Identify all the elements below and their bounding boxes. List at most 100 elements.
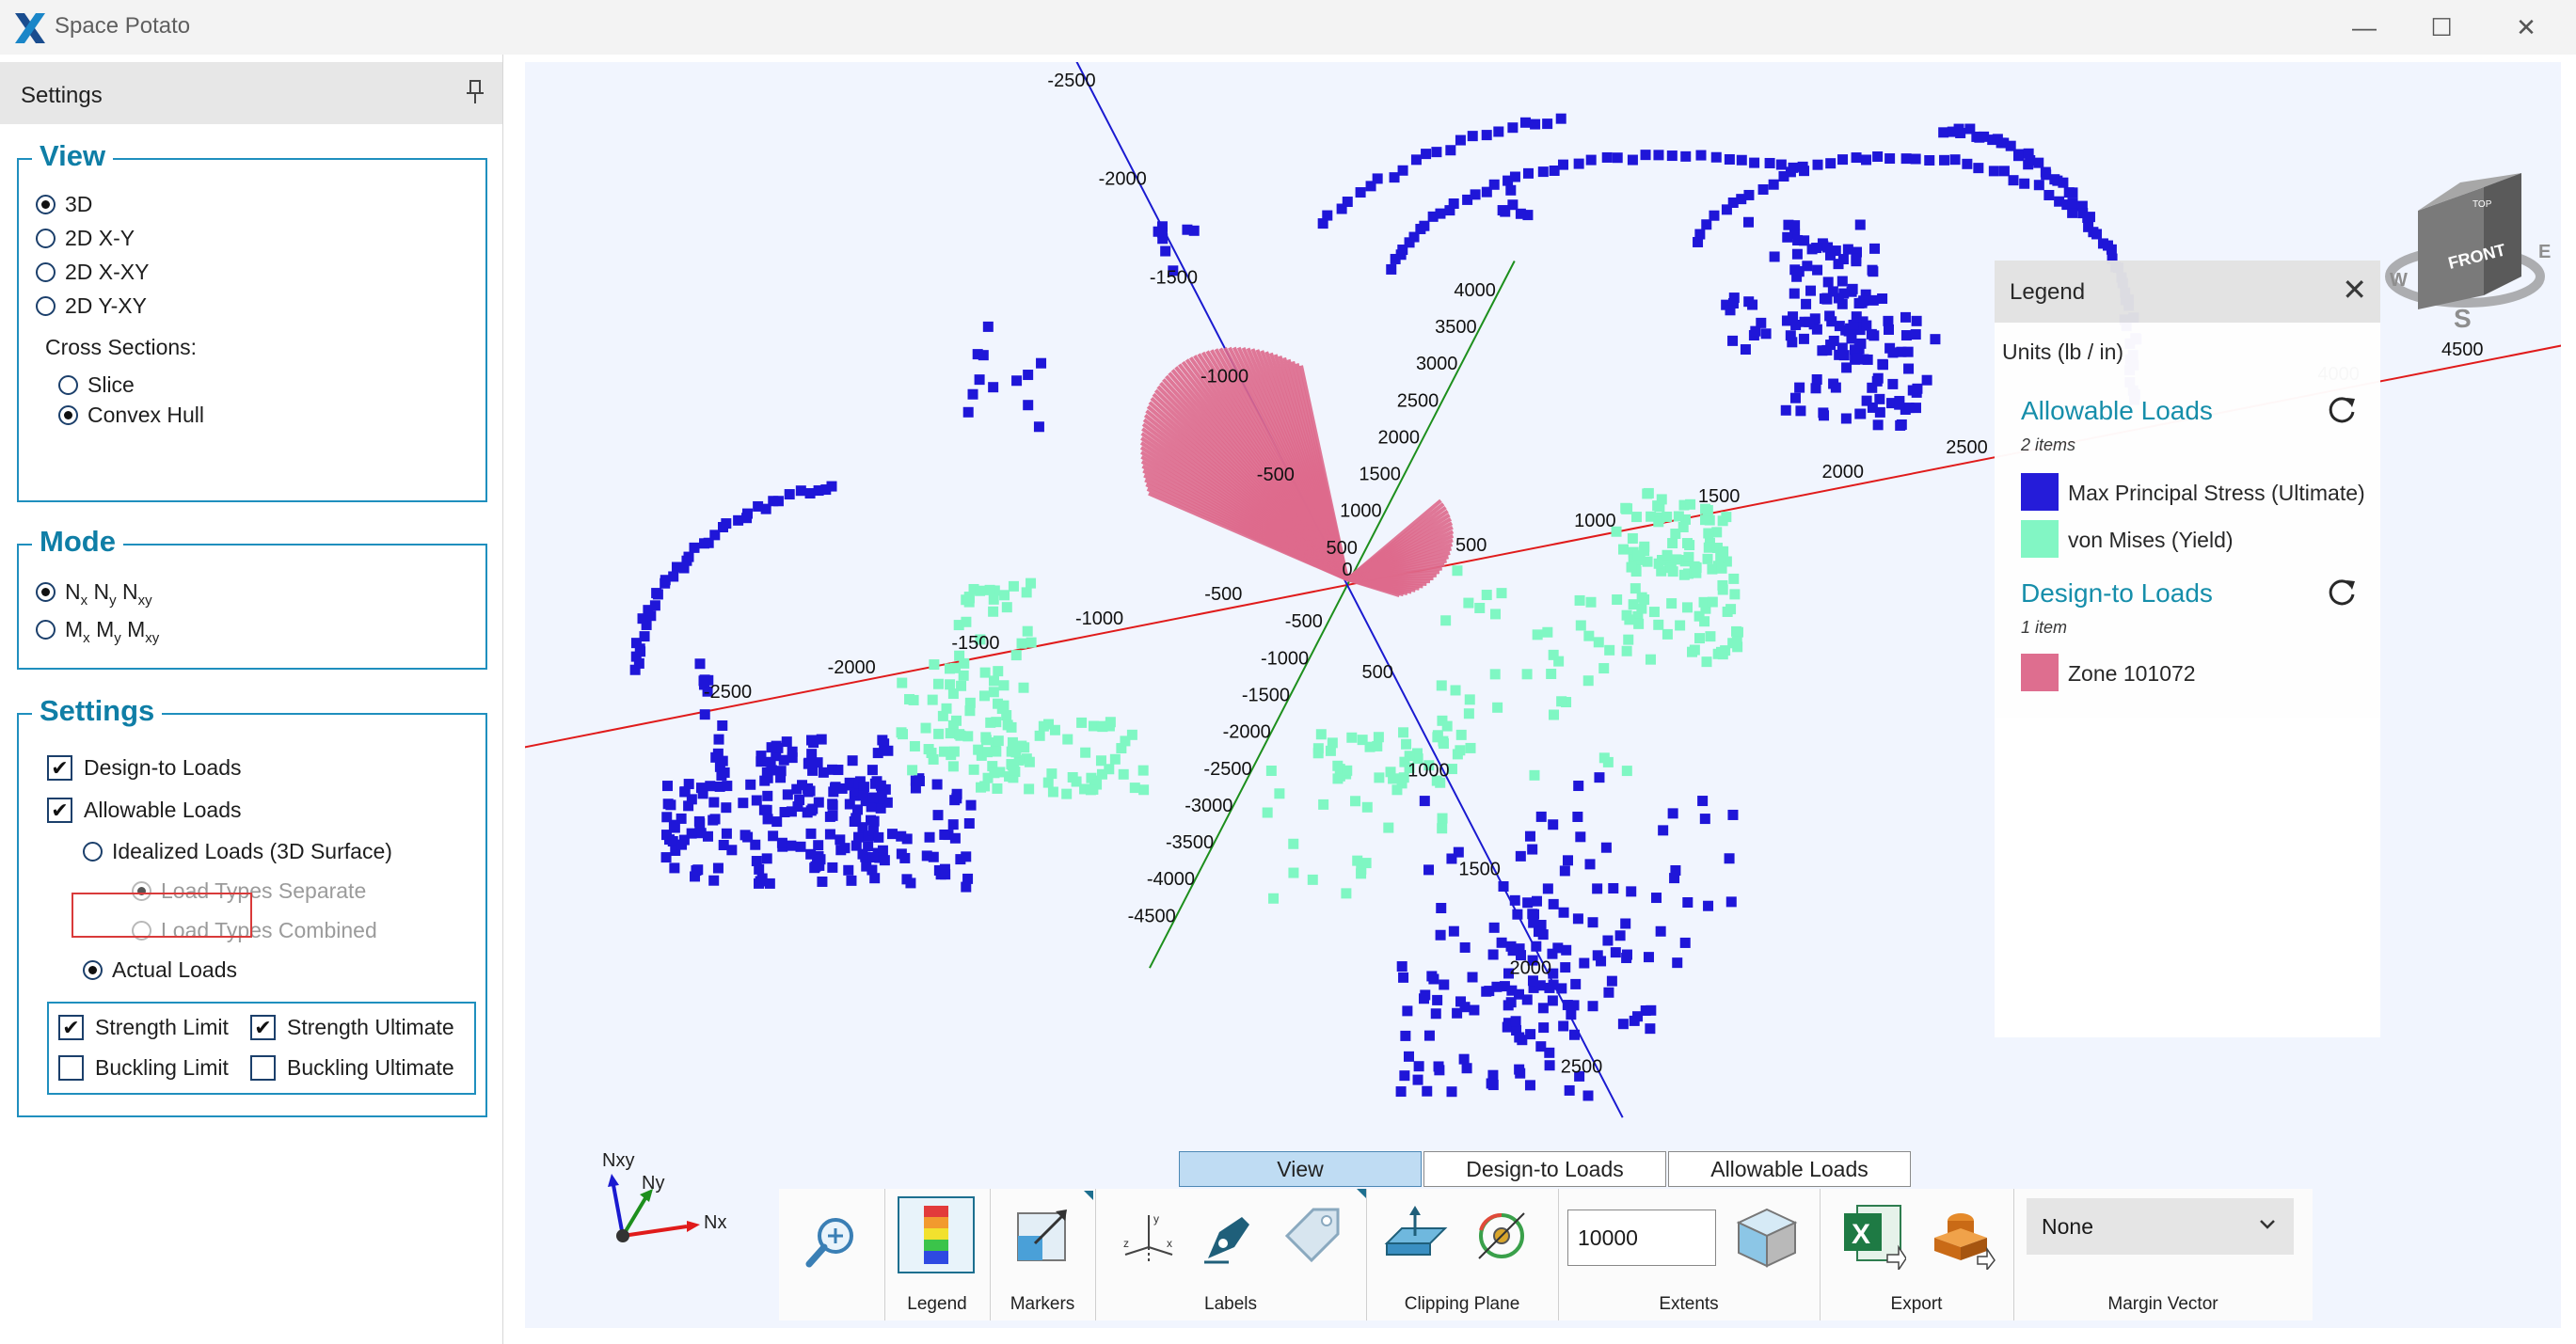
legend-toggle-button[interactable] [898, 1196, 975, 1273]
allowable-loads-checkbox-row[interactable]: Allowable Loads [47, 798, 242, 823]
allowable-point [2043, 189, 2055, 200]
allowable-point [824, 829, 835, 840]
view-option-3d[interactable]: 3D [36, 192, 92, 217]
radio-mode-n[interactable] [36, 582, 56, 602]
allowable-point [1911, 315, 1922, 326]
clipping-plane-icon[interactable] [1383, 1206, 1449, 1268]
refresh-design-icon[interactable] [2326, 577, 2358, 609]
allowable-point [1307, 874, 1318, 885]
nxy-tick-label: -500 [1257, 465, 1295, 485]
mode-option-n[interactable]: Nx Ny Nxy [36, 579, 152, 609]
view-option-2d-x-y[interactable]: 2D X-Y [36, 226, 135, 251]
markers-icon[interactable] [1014, 1204, 1073, 1266]
allowable-point [719, 767, 730, 778]
allowable-point [721, 828, 732, 839]
buckling-ultimate-row[interactable]: Buckling Ultimate [250, 1055, 454, 1081]
idealized-loads-option[interactable]: Idealized Loads (3D Surface) [83, 839, 392, 864]
extents-cube-icon[interactable] [1733, 1204, 1801, 1270]
minimize-button[interactable]: — [2322, 0, 2407, 55]
allowable-point [1582, 1090, 1594, 1101]
allowable-point [1455, 745, 1466, 756]
excel-export-icon[interactable]: X [1840, 1200, 1906, 1270]
buckling-ultimate-checkbox[interactable] [250, 1055, 276, 1081]
allowable-point [1724, 153, 1735, 165]
maximize-button[interactable]: ☐ [2399, 0, 2484, 55]
radio-slice[interactable] [58, 375, 78, 395]
design-to-loads-checkbox-row[interactable]: Design-to Loads [47, 755, 242, 781]
allowable-point [896, 848, 907, 860]
allowable-point [947, 688, 959, 700]
allowable-point [1315, 729, 1327, 740]
pen-icon[interactable] [1201, 1208, 1259, 1266]
allowable-point [1838, 350, 1850, 361]
nx-tick-label: 1000 [1574, 511, 1616, 531]
view-tabs: View Design-to Loads Allowable Loads [1179, 1151, 1913, 1189]
radio-2d-y-xy[interactable] [36, 296, 56, 316]
actual-loads-option[interactable]: Actual Loads [83, 957, 237, 983]
allowable-point [1662, 511, 1673, 522]
allowable-point [1632, 549, 1644, 561]
radio-convex-hull[interactable] [58, 405, 78, 425]
allowable-point [1474, 602, 1486, 613]
allowable-point [1700, 514, 1711, 526]
refresh-allowable-icon[interactable] [2326, 394, 2358, 426]
labels-dropdown-arrow[interactable] [1357, 1189, 1366, 1198]
pin-icon[interactable] [465, 79, 485, 105]
tab-view[interactable]: View [1179, 1151, 1422, 1187]
close-button[interactable]: ✕ [2484, 0, 2568, 55]
allowable-point [1851, 311, 1862, 323]
allowable-point [1884, 153, 1896, 165]
ny-tick-label: 1500 [1359, 465, 1401, 485]
radio-3d[interactable] [36, 195, 56, 214]
design-to-loads-checkbox[interactable] [47, 755, 72, 781]
model-export-icon[interactable] [1929, 1200, 1998, 1270]
allowable-point [1026, 637, 1037, 648]
view-option-2d-y-xy[interactable]: 2D Y-XY [36, 293, 147, 319]
strength-limit-label: Strength Limit [95, 1015, 229, 1039]
cross-option-convex-hull[interactable]: Convex Hull [58, 403, 204, 428]
strength-limit-row[interactable]: Strength Limit [58, 1015, 229, 1040]
allowable-point [938, 746, 949, 757]
radio-2d-x-xy[interactable] [36, 262, 56, 282]
allowable-point [947, 761, 959, 772]
extents-input[interactable]: 10000 [1567, 1210, 1716, 1266]
ny-tick-label: 1000 [1340, 501, 1382, 522]
buckling-limit-row[interactable]: Buckling Limit [58, 1055, 229, 1081]
allowable-point [1643, 952, 1654, 963]
allowable-point [992, 783, 1003, 794]
allowable-point [1021, 587, 1032, 598]
clip-rotate-icon[interactable] [1470, 1202, 1535, 1268]
allowable-point [797, 780, 808, 791]
view-option-2d-x-xy[interactable]: 2D X-XY [36, 260, 149, 285]
allowable-point [1440, 615, 1452, 626]
allowable-point [1900, 311, 1911, 323]
allowable-point [1564, 1084, 1575, 1096]
tag-icon[interactable] [1281, 1204, 1344, 1266]
zoom-in-icon[interactable] [800, 1210, 864, 1273]
strength-ultimate-checkbox[interactable] [250, 1015, 276, 1040]
tab-allowable-loads[interactable]: Allowable Loads [1668, 1151, 1911, 1187]
allowable-point [1717, 515, 1728, 527]
markers-dropdown-arrow[interactable] [1084, 1191, 1093, 1200]
nav-cube-icon[interactable]: FRONT TOP W E S [2371, 117, 2559, 342]
margin-vector-select[interactable]: None [2027, 1198, 2294, 1255]
radio-actual-loads[interactable] [83, 960, 103, 980]
mode-option-m[interactable]: Mx My Mxy [36, 617, 159, 646]
allowable-point [1360, 858, 1372, 869]
allowable-point [1903, 363, 1915, 374]
radio-idealized-loads[interactable] [83, 842, 103, 862]
allowable-point [1630, 583, 1641, 594]
strength-limit-checkbox[interactable] [58, 1015, 84, 1040]
radio-2d-x-y[interactable] [36, 229, 56, 248]
allowable-point [1861, 154, 1872, 166]
strength-ultimate-row[interactable]: Strength Ultimate [250, 1015, 454, 1040]
buckling-limit-checkbox[interactable] [58, 1055, 84, 1081]
allowable-loads-checkbox[interactable] [47, 798, 72, 823]
legend-close-button[interactable]: ✕ [2342, 272, 2367, 308]
cross-option-slice[interactable]: Slice [58, 372, 135, 398]
allowable-point [1356, 868, 1367, 879]
radio-mode-m[interactable] [36, 620, 56, 640]
axis-labels-icon[interactable]: y z x [1120, 1208, 1178, 1266]
tab-design-to-loads[interactable]: Design-to Loads [1423, 1151, 1666, 1187]
allowable-point [1023, 400, 1034, 411]
